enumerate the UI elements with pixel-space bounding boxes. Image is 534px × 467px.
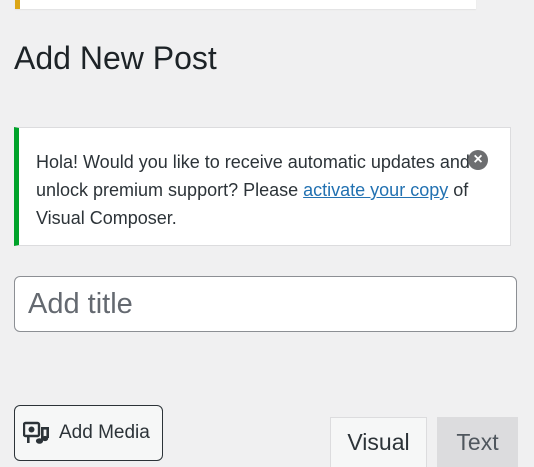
dismiss-notice-icon[interactable]: × <box>468 150 488 170</box>
tab-text[interactable]: Text <box>437 417 518 467</box>
add-media-label: Add Media <box>59 422 150 443</box>
post-title-input[interactable] <box>14 276 517 332</box>
activate-link[interactable]: activate your copy <box>303 180 448 200</box>
tab-visual[interactable]: Visual <box>330 417 427 467</box>
page-title: Add New Post <box>14 40 217 76</box>
visual-composer-notice: Hola! Would you like to receive automati… <box>14 127 511 246</box>
top-notice <box>15 0 476 9</box>
add-media-icon <box>23 419 51 447</box>
add-media-button[interactable]: Add Media <box>14 405 163 461</box>
notice-message: Hola! Would you like to receive automati… <box>36 148 496 232</box>
